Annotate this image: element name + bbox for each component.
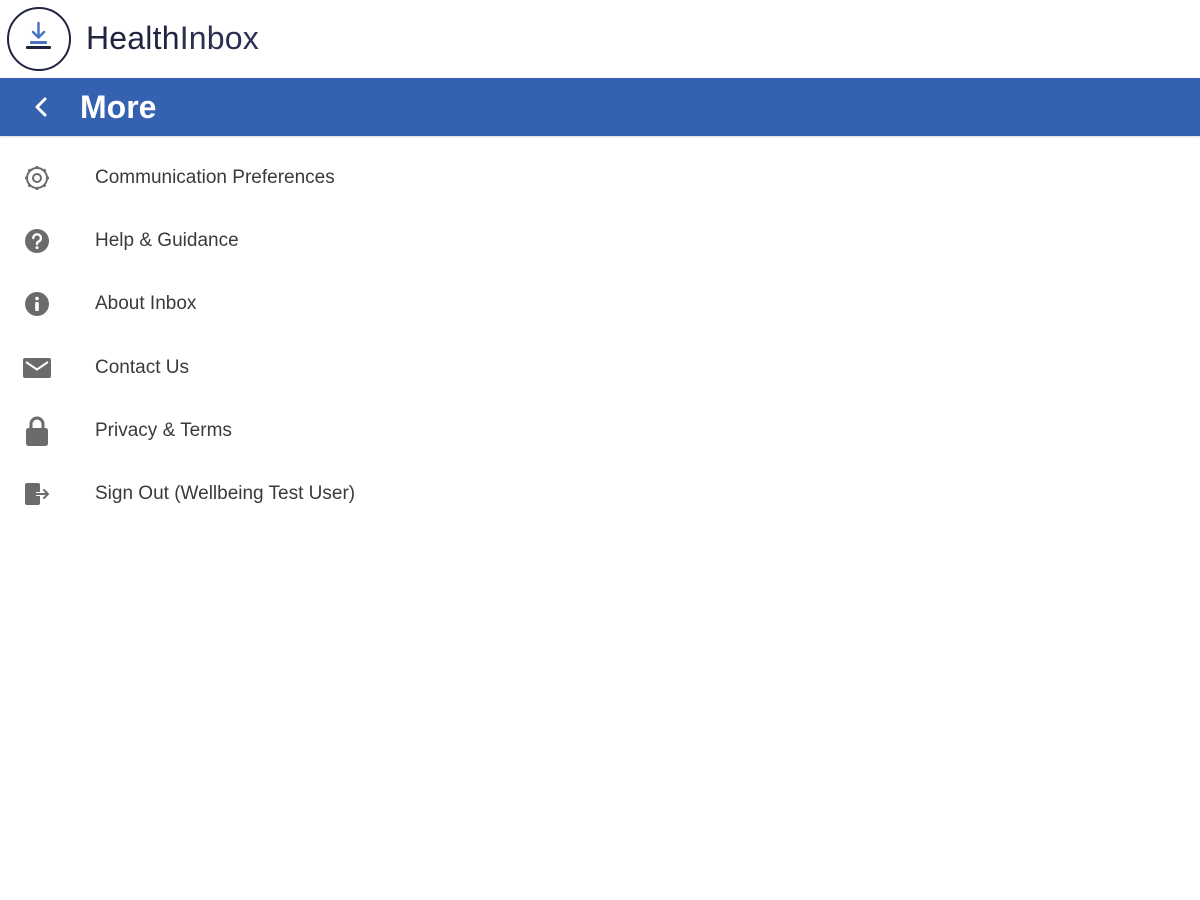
- lock-icon: [22, 416, 52, 446]
- brand-name-part2: Inbox: [179, 20, 259, 56]
- menu-item-privacy-terms[interactable]: Privacy & Terms: [0, 399, 1200, 462]
- menu-item-contact-us[interactable]: Contact Us: [0, 336, 1200, 399]
- app-root: HealthInbox More Communication Preferenc…: [0, 0, 1200, 900]
- menu-item-label: Privacy & Terms: [95, 419, 232, 441]
- menu-item-label: About Inbox: [95, 293, 197, 315]
- download-tray-icon: [26, 21, 51, 49]
- back-button[interactable]: [22, 87, 62, 127]
- question-circle-icon: [22, 226, 52, 256]
- page-title: More: [80, 89, 157, 125]
- menu-item-label: Communication Preferences: [95, 166, 335, 188]
- menu-item-label: Contact Us: [95, 356, 189, 378]
- menu-item-about-inbox[interactable]: About Inbox: [0, 273, 1200, 336]
- menu-item-communication-preferences[interactable]: Communication Preferences: [0, 146, 1200, 209]
- brand-name: HealthInbox: [86, 18, 259, 58]
- chevron-left-icon: [35, 97, 47, 117]
- more-menu: Communication Preferences Help & Guidanc…: [0, 146, 1200, 526]
- brand-logo: [7, 7, 71, 71]
- menu-item-sign-out[interactable]: Sign Out (Wellbeing Test User): [0, 462, 1200, 525]
- brand-header: HealthInbox: [0, 0, 1200, 78]
- gear-icon: [22, 163, 52, 193]
- menu-item-label: Sign Out (Wellbeing Test User): [95, 483, 356, 505]
- sign-out-icon: [22, 479, 52, 509]
- title-bar: More: [0, 78, 1200, 136]
- brand-name-part1: Health: [86, 20, 180, 56]
- menu-item-help-guidance[interactable]: Help & Guidance: [0, 209, 1200, 272]
- info-circle-icon: [22, 289, 52, 319]
- menu-item-label: Help & Guidance: [95, 229, 239, 251]
- envelope-icon: [22, 353, 52, 383]
